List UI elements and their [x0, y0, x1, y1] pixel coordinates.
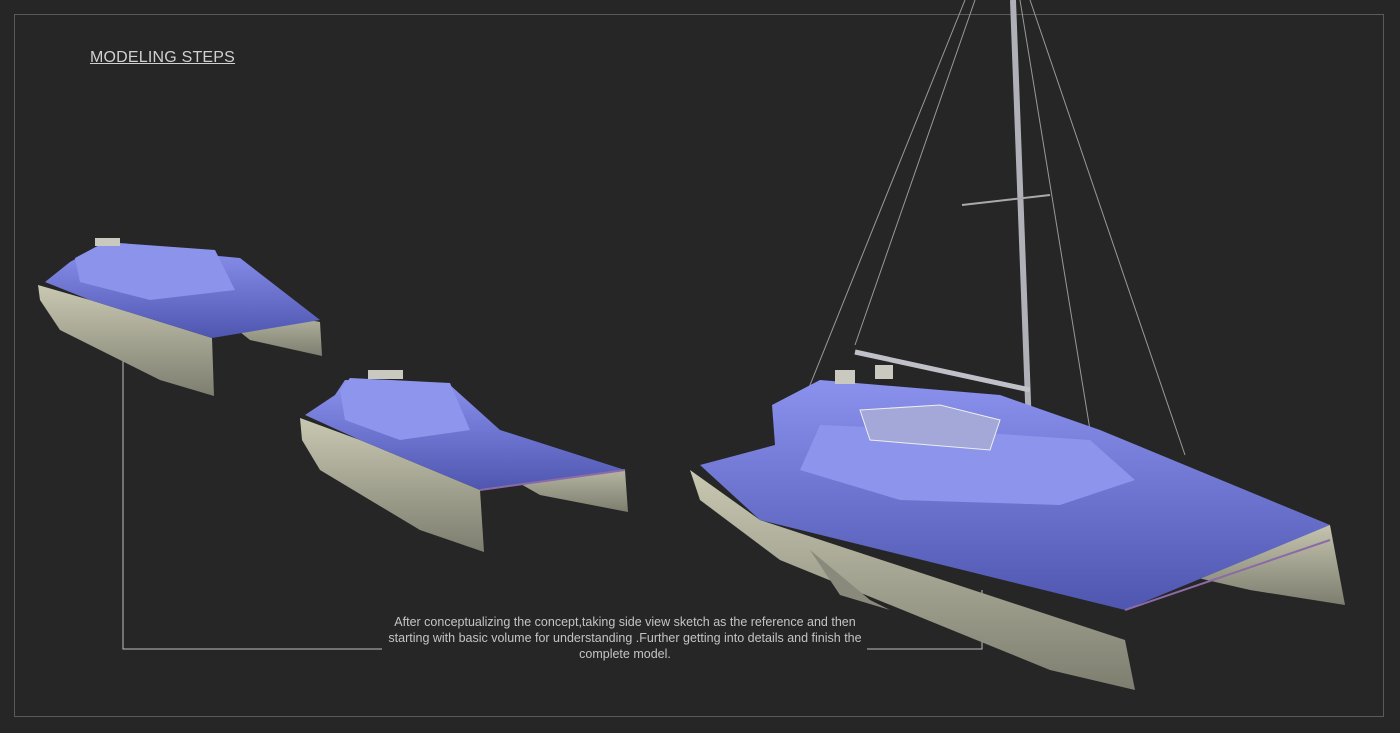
catamaran-step-2	[300, 370, 628, 552]
catamaran-step-1	[38, 238, 322, 396]
catamaran-step-3	[690, 0, 1345, 690]
modeling-description: After conceptualizing the concept,taking…	[388, 615, 862, 661]
slide: MODELING STEPS After conceptualizing the…	[0, 0, 1400, 733]
